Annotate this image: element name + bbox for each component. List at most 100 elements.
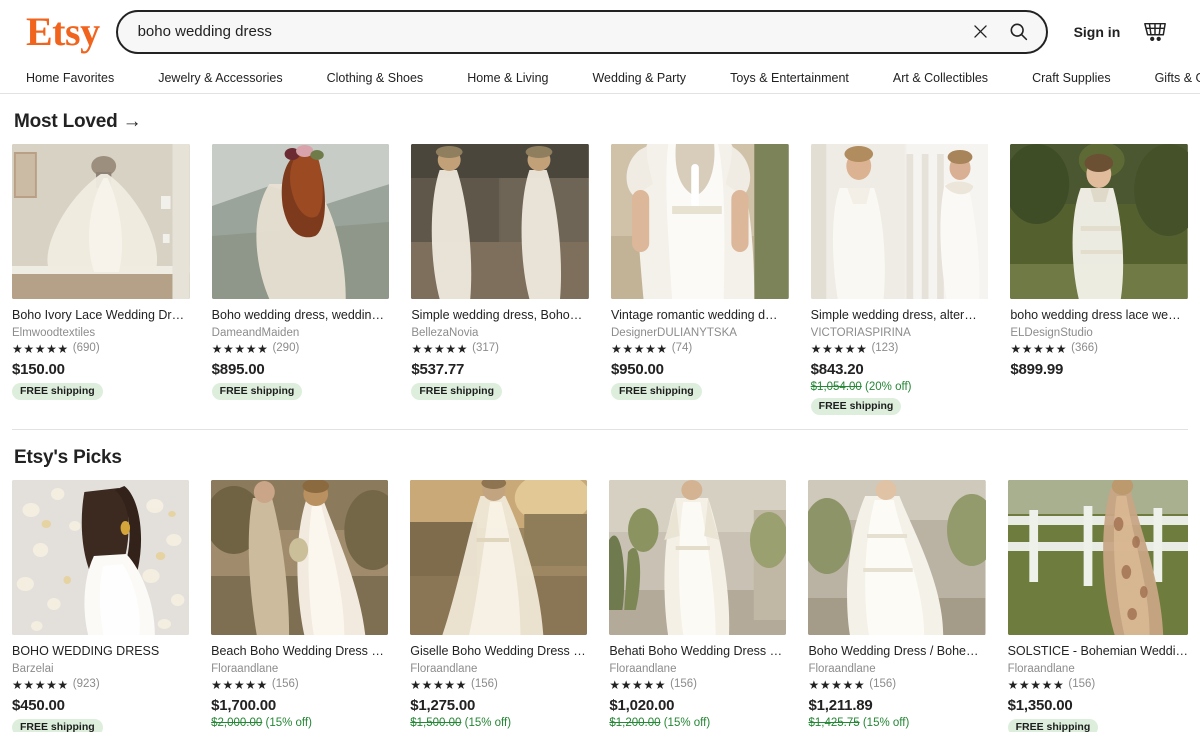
product-title[interactable]: Simple wedding dress, alter… [811,308,989,324]
etsy-logo[interactable]: Etsy [26,11,116,52]
nav-item-jewelry-accessories[interactable]: Jewelry & Accessories [136,71,304,85]
product-sale-row: $1,425.75 (15% off) [808,717,985,729]
product-image[interactable] [411,144,589,299]
product-price: $843.20 [810,360,864,378]
product-card[interactable]: Giselle Boho Wedding Dress … Floraandlan… [410,480,588,732]
product-rating: ★★★★★ (156) [211,679,388,691]
product-rating: ★★★★★ (923) [12,679,189,691]
product-shop-name[interactable]: Floraandlane [410,663,587,675]
product-title[interactable]: Behati Boho Wedding Dress … [609,644,786,660]
product-title[interactable]: Boho wedding dress, weddin… [212,308,390,324]
product-image[interactable] [611,144,789,299]
product-card[interactable]: SOLSTICE - Bohemian Weddi… Floraandlane … [1007,480,1188,732]
product-title[interactable]: Beach Boho Wedding Dress … [211,644,388,660]
review-count: (156) [670,678,697,691]
close-icon[interactable] [962,13,1000,51]
free-shipping-badge: FREE shipping [611,382,702,401]
nav-item-home-living[interactable]: Home & Living [445,71,570,85]
product-sale-row: $2,000.00 (15% off) [211,717,388,729]
section-title-etsys-picks[interactable]: Etsy's Picks [12,430,1188,480]
star-rating-icon: ★★★★★ [12,677,69,692]
product-shop-name[interactable]: Elmwoodtextiles [12,327,190,339]
star-rating-icon: ★★★★★ [211,677,268,692]
product-title[interactable]: Boho Wedding Dress / Bohe… [808,644,985,660]
product-price: $1,275.00 [410,696,476,714]
product-image[interactable] [810,144,989,299]
product-discount-percent: (15% off) [464,716,512,729]
review-count: (156) [1068,678,1096,691]
product-card[interactable]: Boho Wedding Dress / Bohe… Floraandlane … [808,480,986,732]
product-card[interactable]: Behati Boho Wedding Dress … Floraandlane… [609,480,787,732]
product-original-price: $2,000.00 [211,716,263,729]
product-grid-etsys-picks: BOHO WEDDING DRESS Barzelai ★★★★★ (923) … [12,480,1188,732]
nav-item-art-collectibles[interactable]: Art & Collectibles [871,71,1010,85]
product-rating: ★★★★★ (156) [808,679,985,691]
review-count: (366) [1071,341,1098,354]
product-title[interactable]: Vintage romantic wedding d… [611,308,789,324]
product-shop-name[interactable]: Floraandlane [609,663,786,675]
product-title[interactable]: BOHO WEDDING DRESS [12,644,189,660]
product-shop-name[interactable]: DameandMaiden [212,327,390,339]
nav-item-clothing-shoes[interactable]: Clothing & Shoes [305,71,446,85]
product-title[interactable]: SOLSTICE - Bohemian Weddi… [1008,644,1188,660]
product-rating: ★★★★★ (74) [611,342,789,354]
product-discount-percent: (15% off) [663,716,711,729]
product-image[interactable] [410,480,588,636]
product-rating: ★★★★★ (290) [212,342,390,354]
product-shop-name[interactable]: DesignerDULIANYTSKA [611,327,789,339]
product-card[interactable]: BOHO WEDDING DRESS Barzelai ★★★★★ (923) … [12,480,190,732]
search-icon[interactable] [1000,13,1038,51]
product-card[interactable]: Boho wedding dress, weddin… DameandMaide… [211,144,390,415]
review-count: (156) [271,678,299,691]
product-price: $1,700.00 [211,696,277,714]
free-shipping-badge: FREE shipping [12,718,103,732]
star-rating-icon: ★★★★★ [1010,341,1068,356]
nav-item-gifts-gift-cards[interactable]: Gifts & Gift Cards [1133,71,1200,85]
product-card[interactable]: Simple wedding dress, alter… VICTORIASPI… [810,144,989,416]
product-rating: ★★★★★ (690) [12,342,190,354]
product-image[interactable] [1010,144,1188,299]
product-title[interactable]: Giselle Boho Wedding Dress … [410,644,587,660]
product-card[interactable]: Vintage romantic wedding d… DesignerDULI… [611,144,789,415]
product-shop-name[interactable]: Floraandlane [1008,663,1188,675]
product-title[interactable]: boho wedding dress lace we… [1010,308,1188,324]
free-shipping-badge: FREE shipping [1007,718,1099,732]
sign-in-button[interactable]: Sign in [1048,24,1137,40]
star-rating-icon: ★★★★★ [808,677,866,692]
product-card[interactable]: Boho Ivory Lace Wedding Dr… Elmwoodtexti… [12,144,190,415]
product-card[interactable]: Beach Boho Wedding Dress … Floraandlane … [211,480,389,732]
product-card[interactable]: Simple wedding dress, Boho… BellezaNovia… [411,144,589,415]
section-title-most-loved[interactable]: Most Loved → [12,94,1188,144]
product-shop-name[interactable]: ELDesignStudio [1010,327,1188,339]
star-rating-icon: ★★★★★ [1007,677,1065,692]
product-shop-name[interactable]: Floraandlane [808,663,985,675]
product-image[interactable] [12,144,190,299]
nav-item-toys-entertainment[interactable]: Toys & Entertainment [708,71,871,85]
product-price: $899.99 [1010,360,1064,378]
product-discount-percent: (20% off) [865,380,912,393]
product-shop-name[interactable]: Barzelai [12,663,189,675]
product-rating: ★★★★★ (156) [1008,679,1188,691]
product-image[interactable] [609,480,787,636]
product-price: $895.00 [211,360,265,378]
product-rating: ★★★★★ (366) [1010,341,1188,356]
star-rating-icon: ★★★★★ [410,677,468,692]
product-image[interactable] [1007,480,1188,636]
product-image[interactable] [12,480,190,636]
product-image[interactable] [211,480,389,636]
product-shop-name[interactable]: VICTORIASPIRINA [811,327,989,339]
product-rating: ★★★★★ (156) [410,679,587,691]
product-title[interactable]: Simple wedding dress, Boho… [411,308,589,324]
product-card[interactable]: boho wedding dress lace we… ELDesignStud… [1010,144,1188,415]
nav-item-wedding-party[interactable]: Wedding & Party [570,71,708,85]
nav-item-craft-supplies[interactable]: Craft Supplies [1010,71,1133,85]
shopping-cart-icon[interactable] [1136,13,1174,51]
search-input[interactable] [137,23,962,40]
product-image[interactable] [808,480,986,636]
product-image[interactable] [211,144,390,299]
product-shop-name[interactable]: BellezaNovia [411,327,589,339]
category-nav: Home Favorites Jewelry & Accessories Clo… [0,63,1200,94]
nav-item-home-favorites[interactable]: Home Favorites [26,71,136,85]
product-shop-name[interactable]: Floraandlane [211,663,388,675]
product-title[interactable]: Boho Ivory Lace Wedding Dr… [12,308,190,324]
